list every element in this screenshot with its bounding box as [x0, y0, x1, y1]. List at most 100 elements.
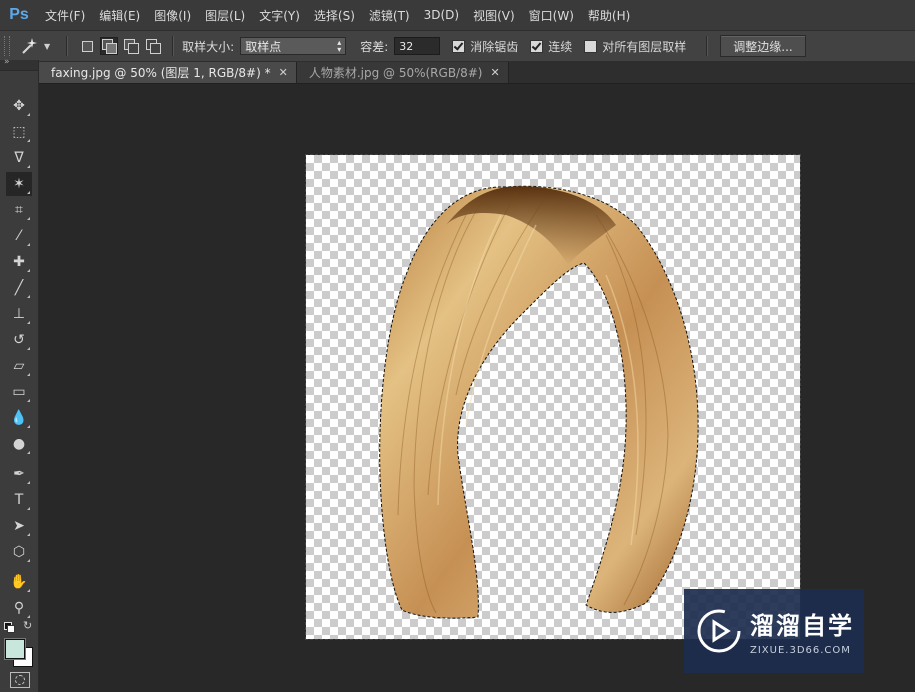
flyout-indicator — [27, 295, 30, 298]
tab-title: 人物素材.jpg @ 50%(RGB/8#) — [308, 66, 483, 80]
crop-tool-icon: ⌗ — [15, 202, 23, 218]
tool-preset-picker[interactable]: ▼ — [18, 36, 50, 56]
contiguous-label: 连续 — [548, 39, 573, 54]
quick-mask-button[interactable] — [10, 672, 30, 688]
magic-wand-icon — [22, 38, 37, 54]
checkbox-checked-icon — [452, 39, 466, 53]
photoshop-logo: Ps — [9, 6, 29, 23]
updown-arrows-icon: ▴ ▾ — [337, 38, 342, 54]
intersect-selection-button[interactable] — [145, 38, 162, 54]
flyout-indicator — [27, 615, 30, 618]
hair-image — [379, 185, 699, 619]
blur-tool-button[interactable]: 💧 — [6, 406, 32, 430]
watermark-title: 溜溜自学 — [750, 612, 854, 640]
flyout-indicator — [27, 139, 30, 142]
hand-tool-button[interactable]: ✋ — [6, 570, 32, 594]
magic-wand-tool-icon: ✶ — [13, 176, 25, 192]
refine-edge-button[interactable]: 调整边缘... — [720, 35, 806, 57]
zoom-tool-button[interactable]: ⚲ — [6, 596, 32, 620]
menu-select[interactable]: 选择(S) — [307, 7, 362, 24]
antialias-checkbox[interactable]: 消除锯齿 — [452, 38, 518, 55]
tab-person-material[interactable]: 人物素材.jpg @ 50%(RGB/8#) ✕ — [296, 62, 509, 83]
eraser-tool-button[interactable]: ▱ — [6, 354, 32, 378]
new-selection-button[interactable] — [79, 38, 95, 54]
zoom-tool-icon: ⚲ — [13, 600, 25, 616]
close-icon[interactable]: ✕ — [490, 66, 499, 79]
menu-type[interactable]: 文字(Y) — [252, 7, 307, 24]
type-tool-button[interactable]: T — [6, 488, 32, 512]
flyout-indicator — [27, 507, 30, 510]
tools-panel-header[interactable]: » — [0, 57, 38, 71]
path-selection-tool-icon: ➤ — [13, 518, 25, 534]
shape-tool-icon: ⬡ — [12, 544, 26, 560]
flyout-indicator — [27, 481, 30, 484]
flyout-indicator — [27, 533, 30, 536]
magic-wand-tool-button[interactable]: ✶ — [6, 172, 32, 196]
eyedropper-tool-icon: ⁄ — [17, 228, 21, 244]
options-bar: ▼ 取样大小: 取样点 ▴ ▾ 容差: 32 消除锯齿 连续 对所有图层取样 调整… — [0, 30, 915, 62]
eyedropper-tool-button[interactable]: ⁄ — [6, 224, 32, 248]
tolerance-label: 容差: — [360, 39, 389, 54]
swap-colors-icon[interactable]: ↻ — [23, 619, 32, 632]
flyout-indicator — [27, 373, 30, 376]
divider — [706, 36, 709, 56]
subtract-selection-button[interactable] — [123, 38, 140, 54]
marquee-tool-icon: ⬚ — [12, 124, 26, 140]
pen-tool-icon: ✒ — [13, 466, 25, 482]
flyout-indicator — [27, 399, 30, 402]
shape-tool-button[interactable]: ⬡ — [6, 540, 32, 564]
clone-stamp-tool-icon: ⊥ — [12, 306, 26, 322]
move-tool-icon: ✥ — [13, 98, 25, 114]
sample-size-select[interactable]: 取样点 ▴ ▾ — [240, 37, 347, 55]
blur-tool-icon: 💧 — [10, 410, 28, 426]
history-brush-tool-button[interactable]: ↺ — [6, 328, 32, 352]
pen-tool-button[interactable]: ✒ — [6, 462, 32, 486]
healing-brush-tool-button[interactable]: ✚ — [6, 250, 32, 274]
brush-tool-icon: ╱ — [14, 280, 24, 296]
quick-mask-icon — [15, 675, 25, 685]
flyout-indicator — [27, 113, 30, 116]
dodge-tool-button[interactable]: ● — [6, 432, 32, 456]
move-tool-button[interactable]: ✥ — [6, 94, 32, 118]
sample-all-layers-label: 对所有图层取样 — [602, 39, 687, 54]
menu-help[interactable]: 帮助(H) — [581, 7, 637, 24]
menu-edit[interactable]: 编辑(E) — [92, 7, 147, 24]
menu-image[interactable]: 图像(I) — [147, 7, 198, 24]
sample-all-layers-checkbox[interactable]: 对所有图层取样 — [584, 38, 686, 55]
flyout-indicator — [27, 217, 30, 220]
lasso-tool-button[interactable]: ᐁ — [6, 146, 32, 170]
flyout-indicator — [27, 559, 30, 562]
menu-bar: Ps 文件(F) 编辑(E) 图像(I) 图层(L) 文字(Y) 选择(S) 滤… — [0, 0, 915, 30]
type-tool-icon: T — [14, 492, 24, 508]
clone-stamp-tool-button[interactable]: ⊥ — [6, 302, 32, 326]
default-colors-icon[interactable] — [4, 622, 15, 633]
menu-3d[interactable]: 3D(D) — [417, 8, 466, 22]
watermark-subtitle: ZIXUE.3D66.COM — [750, 645, 851, 656]
tab-faxing[interactable]: faxing.jpg @ 50% (图层 1, RGB/8#) * ✕ — [39, 62, 297, 83]
add-to-selection-button[interactable] — [100, 37, 119, 55]
lasso-tool-icon: ᐁ — [14, 150, 24, 166]
menu-window[interactable]: 窗口(W) — [522, 7, 581, 24]
menu-file[interactable]: 文件(F) — [38, 7, 92, 24]
menu-layer[interactable]: 图层(L) — [198, 7, 252, 24]
menu-view[interactable]: 视图(V) — [466, 7, 522, 24]
menu-filter[interactable]: 滤镜(T) — [362, 7, 417, 24]
play-logo-icon — [697, 609, 741, 653]
flyout-indicator — [27, 243, 30, 246]
marquee-tool-button[interactable]: ⬚ — [6, 120, 32, 144]
crop-tool-button[interactable]: ⌗ — [6, 198, 32, 222]
options-bar-grip[interactable] — [4, 36, 10, 56]
history-brush-tool-icon: ↺ — [13, 332, 25, 348]
close-icon[interactable]: ✕ — [279, 66, 288, 79]
brush-tool-button[interactable]: ╱ — [6, 276, 32, 300]
flyout-indicator — [27, 589, 30, 592]
dodge-tool-icon: ● — [12, 436, 26, 452]
sample-size-value: 取样点 — [245, 39, 282, 54]
document-canvas[interactable] — [305, 154, 801, 640]
contiguous-checkbox[interactable]: 连续 — [530, 38, 572, 55]
gradient-tool-button[interactable]: ▭ — [6, 380, 32, 404]
checkbox-unchecked-icon — [584, 39, 598, 53]
tolerance-input[interactable]: 32 — [394, 37, 441, 55]
foreground-color-swatch[interactable] — [5, 639, 25, 659]
path-selection-tool-button[interactable]: ➤ — [6, 514, 32, 538]
